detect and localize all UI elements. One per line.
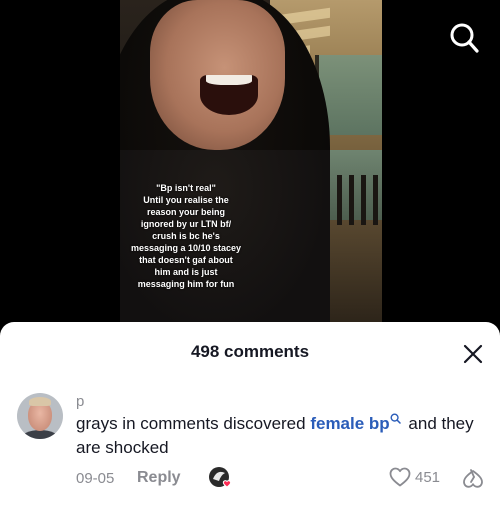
comment-link-text[interactable]: female bp <box>310 414 389 433</box>
creator-liked-avatar-icon <box>209 467 232 488</box>
comment-date: 09-05 <box>76 470 115 487</box>
avatar[interactable] <box>17 393 63 439</box>
person-teeth <box>206 75 252 85</box>
video-player[interactable]: "Bp isn't real" Until you realise the re… <box>0 0 500 330</box>
comment-text-before: grays in comments discovered <box>76 414 311 433</box>
like-count: 451 <box>415 469 441 486</box>
comment-search-link[interactable]: female bp <box>310 413 403 433</box>
video-caption: "Bp isn't real" Until you realise the re… <box>130 183 242 289</box>
comment-username[interactable]: p <box>76 393 84 410</box>
person-face <box>150 0 285 150</box>
like-button[interactable]: 451 <box>388 465 440 491</box>
background-railing <box>325 175 382 225</box>
dislike-icon[interactable] <box>460 466 486 492</box>
avatar-shirt <box>20 430 60 439</box>
avatar-hair <box>29 397 51 406</box>
search-icon <box>390 413 401 424</box>
search-icon[interactable] <box>448 22 480 54</box>
reply-button[interactable]: Reply <box>137 469 181 487</box>
comments-count-title: 498 comments <box>190 342 310 361</box>
close-icon[interactable] <box>462 343 484 365</box>
comment-text: grays in comments discovered female bp a… <box>76 412 488 460</box>
person-mouth <box>200 75 258 115</box>
comments-sheet: 498 comments p grays in comments discove… <box>0 322 500 514</box>
heart-icon <box>389 467 411 487</box>
